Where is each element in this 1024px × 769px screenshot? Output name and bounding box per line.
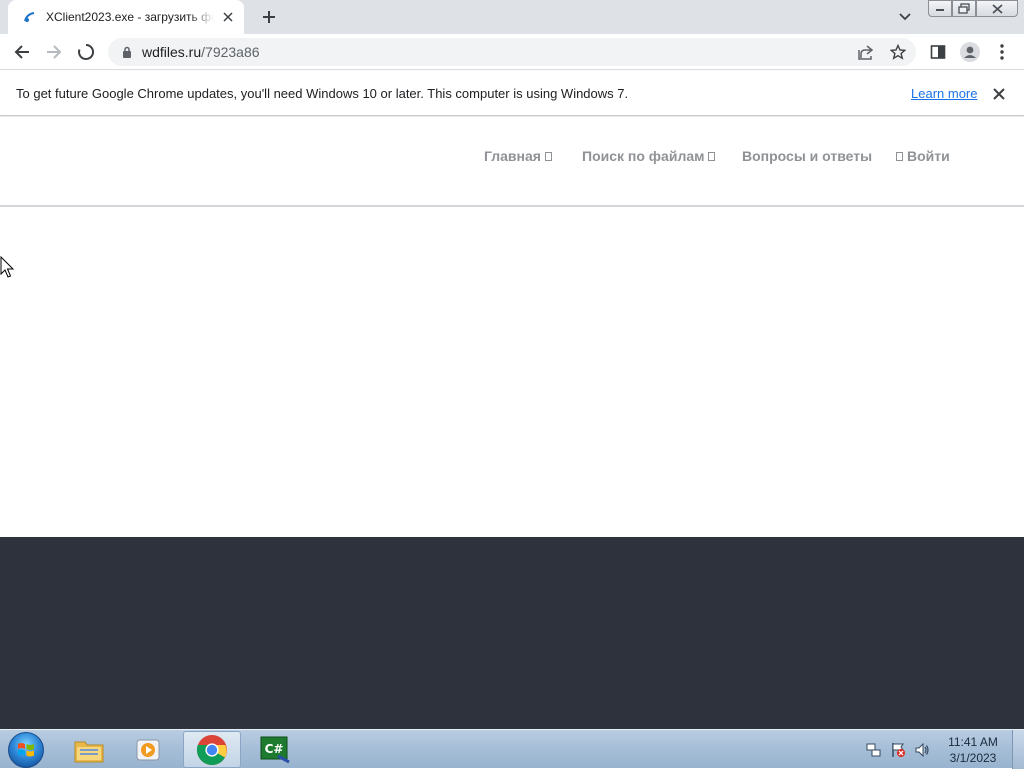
- share-icon: [858, 45, 874, 60]
- tab-title: XClient2023.exe - загрузить фай: [46, 10, 214, 24]
- close-window-button[interactable]: [976, 0, 1018, 17]
- url-host: wdfiles.ru: [142, 44, 202, 60]
- star-icon: [890, 44, 906, 60]
- nav-home-label: Главная: [484, 148, 541, 164]
- back-button[interactable]: [10, 40, 34, 64]
- start-button[interactable]: [8, 732, 44, 768]
- tab-search-button[interactable]: [894, 8, 916, 26]
- profile-icon: [960, 42, 980, 62]
- nav-file-search[interactable]: Поиск по файлам: [582, 148, 719, 164]
- bookmark-button[interactable]: [886, 40, 910, 64]
- nav-faq[interactable]: Вопросы и ответы: [742, 148, 872, 164]
- minimize-icon: [936, 8, 944, 11]
- nav-faq-label: Вопросы и ответы: [742, 148, 873, 164]
- action-center-alert-icon[interactable]: [890, 742, 906, 758]
- close-icon: [993, 88, 1005, 100]
- nav-file-search-label: Поиск по файлам: [582, 148, 705, 164]
- lock-icon: [120, 45, 134, 59]
- forward-button[interactable]: [42, 40, 66, 64]
- browser-tab[interactable]: XClient2023.exe - загрузить фай: [8, 0, 244, 34]
- share-button[interactable]: [854, 40, 878, 64]
- new-tab-button[interactable]: [258, 7, 280, 27]
- taskbar-media-player[interactable]: [120, 731, 178, 768]
- arrow-left-icon: [14, 45, 29, 59]
- clock-date: 3/1/2023: [949, 751, 997, 765]
- site-footer: [0, 537, 1024, 729]
- tab-strip: XClient2023.exe - загрузить фай: [0, 0, 1024, 34]
- kebab-menu-icon: [1000, 44, 1004, 60]
- taskbar-explorer[interactable]: [60, 731, 118, 768]
- missing-glyph-icon: [708, 151, 716, 161]
- update-infobar: To get future Google Chrome updates, you…: [0, 71, 1024, 116]
- nav-login[interactable]: Войти: [892, 148, 950, 164]
- taskbar-csharp-app[interactable]: C#: [246, 731, 304, 768]
- media-player-icon: [136, 739, 160, 760]
- restore-icon: [958, 3, 970, 14]
- mouse-cursor-icon: [0, 256, 15, 278]
- loading-spinner-icon: [78, 43, 95, 60]
- chevron-down-icon: [899, 13, 911, 21]
- infobar-close-button[interactable]: [990, 85, 1008, 103]
- arrow-right-icon: [47, 45, 62, 59]
- clock-time: 11:41 AM: [948, 735, 998, 749]
- close-icon: [991, 3, 1003, 14]
- chrome-icon: [196, 734, 227, 765]
- minimize-button[interactable]: [928, 0, 952, 17]
- side-panel-icon: [930, 45, 946, 59]
- plus-icon: [263, 11, 275, 23]
- folder-icon: [74, 741, 104, 762]
- nav-login-label: Войти: [907, 148, 950, 164]
- network-icon[interactable]: [866, 742, 882, 758]
- site-main-content: [0, 209, 1024, 537]
- side-panel-button[interactable]: [926, 40, 950, 64]
- site-header: Главная Поиск по файлам Вопросы и ответы…: [0, 117, 1024, 207]
- stop-loading-button[interactable]: [74, 40, 98, 64]
- infobar-message: To get future Google Chrome updates, you…: [16, 86, 629, 101]
- taskbar-chrome[interactable]: [183, 731, 241, 768]
- svg-text:C#: C#: [265, 742, 284, 756]
- browser-toolbar: wdfiles.ru/7923a86: [0, 34, 1024, 70]
- wdfiles-logo-icon: [22, 9, 38, 25]
- volume-icon[interactable]: [914, 742, 930, 758]
- csharp-icon: C#: [260, 736, 290, 763]
- learn-more-link[interactable]: Learn more: [911, 86, 977, 101]
- menu-button[interactable]: [990, 40, 1014, 64]
- url-path: /7923a86: [201, 44, 260, 60]
- profile-button[interactable]: [958, 40, 982, 64]
- system-clock[interactable]: 11:41 AM 3/1/2023: [938, 734, 1008, 766]
- missing-glyph-icon: [544, 151, 552, 161]
- nav-home[interactable]: Главная: [484, 148, 556, 164]
- address-bar[interactable]: wdfiles.ru/7923a86: [108, 38, 916, 66]
- windows-logo-icon: [18, 743, 34, 757]
- windows-taskbar: C# 11:41 AM 3/1/2023: [0, 729, 1024, 769]
- restore-button[interactable]: [952, 0, 976, 17]
- tab-close-icon[interactable]: [220, 9, 236, 25]
- missing-glyph-icon: [896, 151, 903, 161]
- show-desktop-button[interactable]: [1012, 730, 1024, 769]
